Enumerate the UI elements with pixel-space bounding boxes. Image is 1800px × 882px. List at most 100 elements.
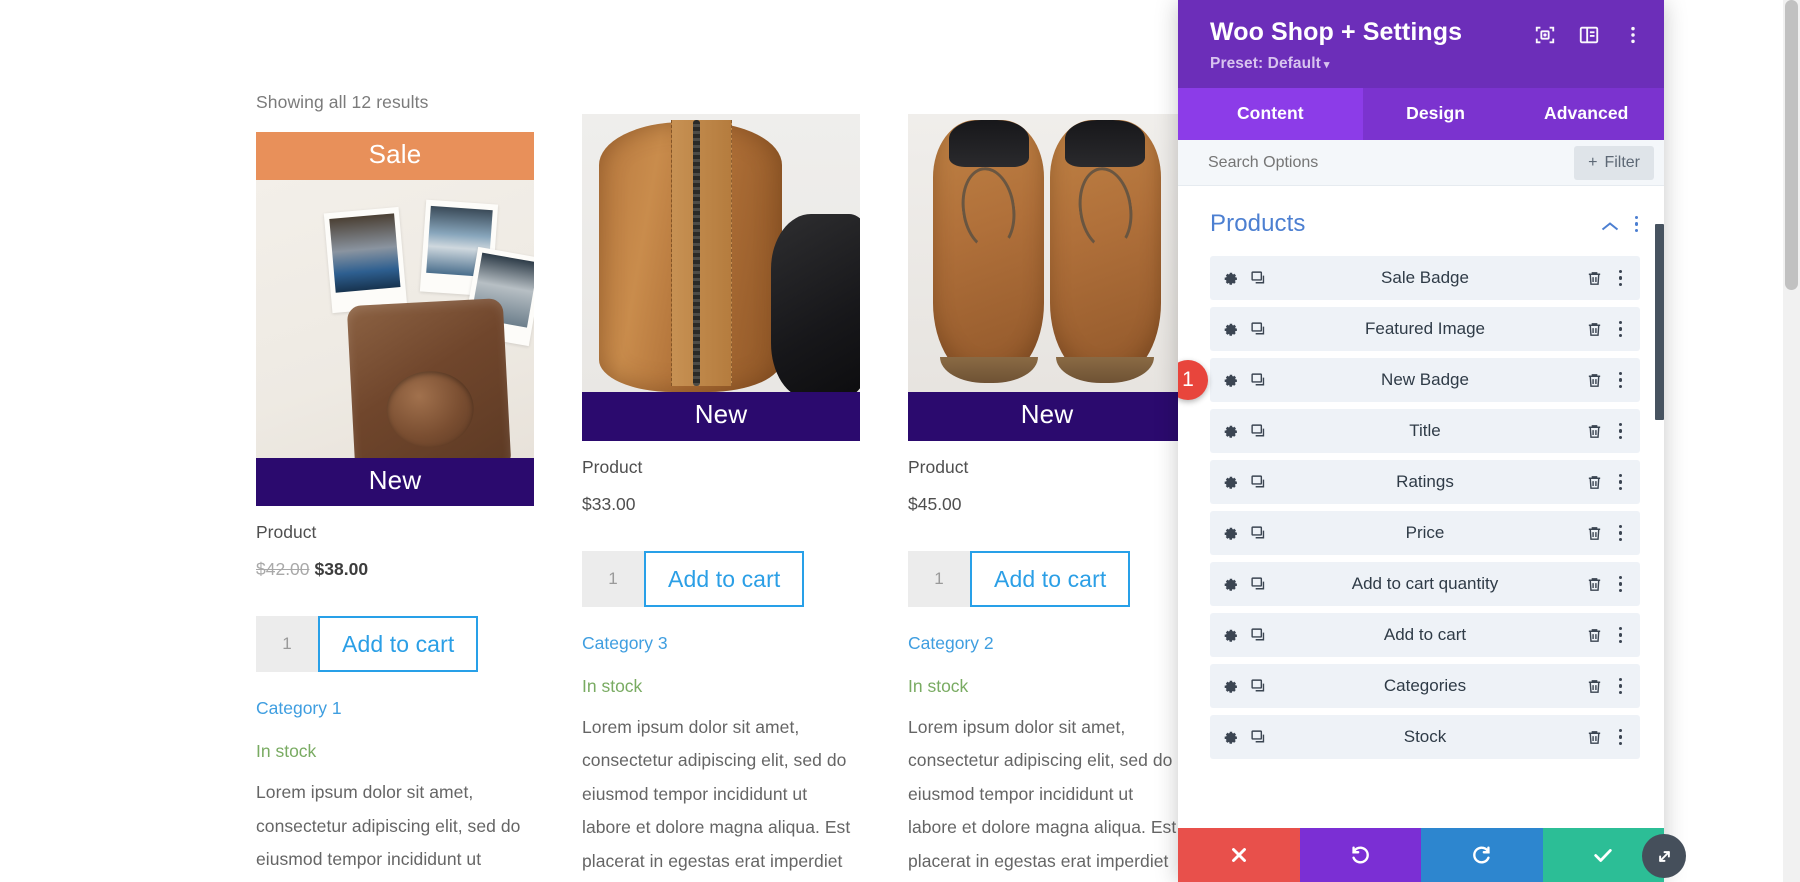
preset-selector[interactable]: Preset: Default ▾ [1210,55,1462,73]
trash-icon[interactable] [1586,372,1603,389]
duplicate-icon[interactable] [1250,525,1267,542]
tab-design[interactable]: Design [1363,88,1509,140]
gear-icon[interactable] [1222,627,1239,644]
tab-advanced[interactable]: Advanced [1508,88,1664,140]
cancel-button[interactable] [1178,828,1300,882]
duplicate-icon[interactable] [1250,270,1267,287]
redo-button[interactable] [1421,828,1543,882]
module-row[interactable]: Categories [1210,664,1640,708]
browser-scrollbar-thumb[interactable] [1785,0,1798,290]
redo-arrow-icon [1472,846,1490,864]
row-kebab-menu-icon[interactable] [1615,471,1627,494]
module-row[interactable]: Featured Image [1210,307,1640,351]
module-row[interactable]: Add to cart quantity [1210,562,1640,606]
gear-icon[interactable] [1222,729,1239,746]
duplicate-icon[interactable] [1250,678,1267,695]
module-row[interactable]: Stock [1210,715,1640,759]
row-kebab-menu-icon[interactable] [1615,624,1627,647]
gear-icon[interactable] [1222,372,1239,389]
module-label: Categories [1383,676,1467,695]
row-kebab-menu-icon[interactable] [1615,573,1627,596]
trash-icon[interactable] [1586,627,1603,644]
duplicate-icon[interactable] [1250,474,1267,491]
group-title[interactable]: Products [1210,210,1306,238]
duplicate-icon[interactable] [1250,423,1267,440]
add-to-cart-button[interactable]: Add to cart [970,550,1131,607]
product-category-link[interactable]: Category 1 [256,698,534,719]
duplicate-icon[interactable] [1250,576,1267,593]
gear-icon[interactable] [1222,474,1239,491]
diagonal-resize-icon [1658,850,1670,862]
panel-resize-handle[interactable] [1642,834,1686,878]
row-kebab-menu-icon[interactable] [1615,318,1627,341]
panel-tabs: Content Design Advanced [1178,88,1664,140]
module-row[interactable]: Title [1210,409,1640,453]
focus-frame-icon[interactable] [1534,24,1556,46]
group-kebab-menu-icon[interactable] [1634,215,1638,233]
product-price: $45.00 [908,494,1186,515]
trash-icon[interactable] [1586,474,1603,491]
row-kebab-menu-icon[interactable] [1615,726,1627,749]
product-image[interactable] [582,114,860,392]
module-row[interactable]: 1 New Badge [1178,358,1640,402]
module-row[interactable]: Ratings [1210,460,1640,504]
trash-icon[interactable] [1586,321,1603,338]
panel-header: Woo Shop + Settings Preset: Default ▾ [1178,0,1664,88]
duplicate-icon[interactable] [1250,627,1267,644]
results-count: Showing all 12 results [256,92,429,112]
product-title[interactable]: Product [908,457,1186,478]
module-row[interactable]: Sale Badge [1210,256,1640,300]
new-badge: New [582,392,860,441]
duplicate-icon[interactable] [1250,729,1267,746]
product-image[interactable] [908,114,1186,392]
chevron-up-icon[interactable] [1601,219,1619,230]
gear-icon[interactable] [1222,678,1239,695]
row-kebab-menu-icon[interactable] [1615,522,1627,545]
browser-scrollbar[interactable] [1783,0,1800,882]
product-card: New Product $45.00 1 Add to cart Categor… [908,114,1186,882]
module-row[interactable]: Price [1210,511,1640,555]
product-category-link[interactable]: Category 3 [582,633,860,654]
module-label: Add to cart [1383,625,1467,644]
quantity-input[interactable]: 1 [582,550,644,607]
panel-scrollbar-thumb[interactable] [1655,224,1664,420]
tab-content[interactable]: Content [1178,88,1363,140]
screen-root: Showing all 12 results Sale New Product … [0,0,1800,882]
duplicate-icon[interactable] [1250,372,1267,389]
row-kebab-menu-icon[interactable] [1615,369,1627,392]
duplicate-icon[interactable] [1250,321,1267,338]
trash-icon[interactable] [1586,423,1603,440]
product-title[interactable]: Product [256,522,534,543]
quantity-input[interactable]: 1 [908,550,970,607]
gear-icon[interactable] [1222,525,1239,542]
module-row[interactable]: Add to cart [1210,613,1640,657]
module-list: Sale Badge Featured Image 1 New Badge Ti… [1178,256,1664,759]
trash-icon[interactable] [1586,729,1603,746]
quantity-input[interactable]: 1 [256,616,318,673]
add-to-cart-button[interactable]: Add to cart [318,616,479,673]
row-kebab-menu-icon[interactable] [1615,675,1627,698]
trash-icon[interactable] [1586,270,1603,287]
module-label: Featured Image [1364,319,1485,338]
row-kebab-menu-icon[interactable] [1615,267,1627,290]
panel-scrollbar[interactable] [1655,186,1664,828]
search-options-input[interactable] [1208,153,1575,172]
price-value: $33.00 [582,493,636,514]
trash-icon[interactable] [1586,525,1603,542]
product-title[interactable]: Product [582,457,860,478]
trash-icon[interactable] [1586,678,1603,695]
filter-button[interactable]: + Filter [1574,145,1654,180]
kebab-menu-icon[interactable] [1622,24,1644,46]
gear-icon[interactable] [1222,321,1239,338]
add-to-cart-button[interactable]: Add to cart [644,550,805,607]
row-kebab-menu-icon[interactable] [1615,420,1627,443]
gear-icon[interactable] [1222,270,1239,287]
panel-action-bar [1178,828,1664,882]
layout-panel-icon[interactable] [1578,24,1600,46]
trash-icon[interactable] [1586,576,1603,593]
product-category-link[interactable]: Category 2 [908,633,1186,654]
gear-icon[interactable] [1222,576,1239,593]
undo-button[interactable] [1299,828,1421,882]
product-image[interactable] [256,179,534,458]
gear-icon[interactable] [1222,423,1239,440]
